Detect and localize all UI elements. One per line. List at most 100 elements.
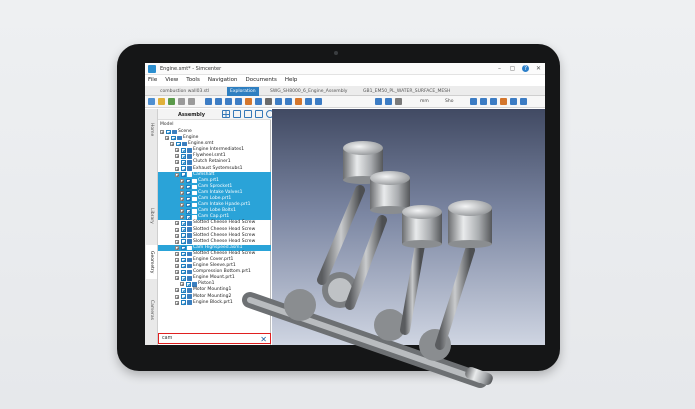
hide-icon[interactable] bbox=[395, 98, 402, 105]
expand-icon[interactable]: + bbox=[175, 148, 179, 153]
expand-icon[interactable]: + bbox=[175, 172, 179, 177]
undo-icon[interactable] bbox=[178, 98, 185, 105]
visibility-checkbox[interactable] bbox=[186, 178, 191, 184]
settings-icon[interactable] bbox=[255, 110, 263, 118]
grid-icon[interactable] bbox=[315, 98, 322, 105]
side-tab-home[interactable]: Home bbox=[146, 115, 157, 145]
annotate-icon[interactable] bbox=[480, 98, 487, 105]
expand-icon[interactable]: + bbox=[175, 227, 179, 232]
visibility-checkbox[interactable] bbox=[181, 276, 186, 281]
fit-view-icon[interactable] bbox=[255, 98, 262, 105]
edit-icon[interactable] bbox=[244, 110, 252, 118]
expand-icon[interactable]: + bbox=[180, 282, 184, 287]
expand-icon[interactable]: + bbox=[180, 184, 184, 189]
list-view-icon[interactable] bbox=[233, 110, 241, 118]
visibility-checkbox[interactable] bbox=[186, 209, 191, 214]
help-icon[interactable]: ? bbox=[522, 65, 529, 72]
menu-navigation[interactable]: Navigation bbox=[208, 75, 238, 86]
grid-view-icon[interactable] bbox=[222, 110, 230, 118]
light-icon[interactable] bbox=[295, 98, 302, 105]
zoom-icon[interactable] bbox=[235, 98, 242, 105]
visibility-checkbox[interactable] bbox=[181, 148, 186, 153]
expand-icon[interactable]: + bbox=[175, 245, 179, 250]
visibility-checkbox[interactable] bbox=[181, 233, 186, 238]
select-icon[interactable] bbox=[205, 98, 212, 105]
save-icon[interactable] bbox=[168, 98, 175, 105]
visibility-checkbox[interactable] bbox=[166, 129, 171, 135]
expand-icon[interactable]: + bbox=[160, 130, 164, 135]
wireframe-icon[interactable] bbox=[385, 98, 392, 105]
visibility-checkbox[interactable] bbox=[181, 160, 186, 165]
more-icon[interactable] bbox=[520, 98, 527, 105]
side-tab-cameras[interactable]: Cameras bbox=[146, 295, 157, 325]
visibility-checkbox[interactable] bbox=[186, 184, 191, 190]
visibility-checkbox[interactable] bbox=[181, 172, 186, 177]
visibility-checkbox[interactable] bbox=[186, 196, 191, 202]
tab-water-surface-mesh[interactable]: GB1_EM50_PL_WATER_SURFACE_MESH bbox=[360, 87, 453, 96]
expand-icon[interactable]: + bbox=[175, 300, 179, 305]
units-dropdown[interactable]: mm bbox=[420, 99, 429, 104]
menu-view[interactable]: View bbox=[165, 75, 178, 86]
snapshot-icon[interactable] bbox=[500, 98, 507, 105]
redo-icon[interactable] bbox=[188, 98, 195, 105]
expand-icon[interactable]: + bbox=[180, 203, 184, 208]
visibility-checkbox[interactable] bbox=[176, 141, 181, 147]
expand-icon[interactable]: + bbox=[175, 264, 179, 269]
visibility-checkbox[interactable] bbox=[186, 282, 191, 287]
markup-icon[interactable] bbox=[490, 98, 497, 105]
side-tab-library[interactable]: Library bbox=[146, 201, 157, 231]
shading-icon[interactable] bbox=[375, 98, 382, 105]
visibility-checkbox[interactable] bbox=[181, 245, 186, 251]
menu-documents[interactable]: Documents bbox=[246, 75, 277, 86]
visibility-checkbox[interactable] bbox=[181, 251, 186, 257]
visibility-checkbox[interactable] bbox=[181, 166, 186, 171]
visibility-checkbox[interactable] bbox=[181, 288, 186, 293]
side-tab-geometry[interactable]: Geometry bbox=[146, 245, 157, 279]
maximize-icon[interactable]: ▢ bbox=[509, 65, 516, 72]
visibility-checkbox[interactable] bbox=[181, 154, 186, 159]
menu-file[interactable]: File bbox=[148, 75, 157, 86]
expand-icon[interactable]: + bbox=[175, 270, 179, 275]
close-icon[interactable]: ✕ bbox=[535, 65, 542, 72]
open-icon[interactable] bbox=[158, 98, 165, 105]
expand-icon[interactable]: + bbox=[175, 294, 179, 299]
expand-icon[interactable]: + bbox=[175, 257, 179, 262]
visibility-checkbox[interactable] bbox=[181, 221, 186, 226]
render-icon[interactable] bbox=[305, 98, 312, 105]
visibility-checkbox[interactable] bbox=[186, 190, 191, 196]
menu-help[interactable]: Help bbox=[285, 75, 298, 86]
visibility-checkbox[interactable] bbox=[181, 239, 186, 244]
pan-icon[interactable] bbox=[225, 98, 232, 105]
visibility-checkbox[interactable] bbox=[181, 269, 186, 275]
expand-icon[interactable]: + bbox=[175, 154, 179, 159]
expand-icon[interactable]: + bbox=[175, 160, 179, 165]
settings-icon[interactable] bbox=[510, 98, 517, 105]
new-icon[interactable] bbox=[148, 98, 155, 105]
show-dropdown[interactable]: Sho bbox=[445, 99, 453, 104]
expand-icon[interactable]: + bbox=[170, 142, 174, 147]
camera-icon[interactable] bbox=[285, 98, 292, 105]
expand-icon[interactable]: + bbox=[180, 215, 184, 220]
expand-icon[interactable]: + bbox=[175, 239, 179, 244]
visibility-checkbox[interactable] bbox=[181, 263, 186, 269]
expand-icon[interactable]: + bbox=[175, 166, 179, 171]
rotate-icon[interactable] bbox=[215, 98, 222, 105]
menu-tools[interactable]: Tools bbox=[186, 75, 200, 86]
expand-icon[interactable]: + bbox=[175, 276, 179, 281]
expand-icon[interactable]: + bbox=[180, 190, 184, 195]
visibility-checkbox[interactable] bbox=[181, 294, 186, 299]
expand-icon[interactable]: + bbox=[175, 251, 179, 256]
section-icon[interactable] bbox=[245, 98, 252, 105]
explode-icon[interactable] bbox=[275, 98, 282, 105]
analysis-icon[interactable] bbox=[470, 98, 477, 105]
visibility-checkbox[interactable] bbox=[181, 257, 186, 263]
minimize-icon[interactable]: – bbox=[496, 65, 503, 72]
expand-icon[interactable]: + bbox=[175, 233, 179, 238]
expand-icon[interactable]: + bbox=[165, 136, 169, 141]
measure-icon[interactable] bbox=[265, 98, 272, 105]
expand-icon[interactable]: + bbox=[180, 197, 184, 202]
visibility-checkbox[interactable] bbox=[181, 227, 186, 232]
search-input[interactable]: cam bbox=[162, 336, 172, 341]
tab-engine-assembly[interactable]: SWG_SH8000_6_Engine_Assembly bbox=[267, 87, 350, 96]
visibility-checkbox[interactable] bbox=[181, 300, 186, 305]
